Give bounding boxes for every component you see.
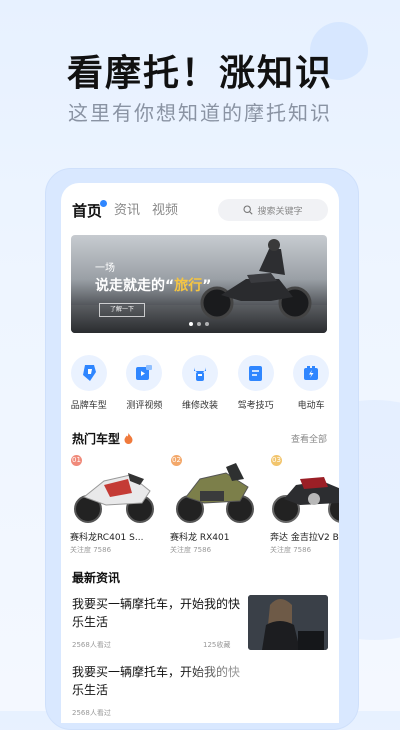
category-label: 驾考技巧 [237, 401, 274, 411]
model-name: 赛科龙 RX401 [170, 533, 230, 543]
rank-badge: 03 [271, 455, 282, 466]
fire-icon [124, 433, 133, 444]
video-icon [126, 355, 163, 391]
model-card[interactable]: 02 赛科龙 RX401 关注度 7586 [170, 453, 258, 555]
pagination-dot[interactable] [197, 322, 201, 326]
top-tabs: 首页 资讯 视频 [72, 199, 178, 221]
news-heading: 最新资讯 [72, 571, 121, 585]
news-thumbnail [248, 595, 328, 650]
model-card[interactable]: 03 奔达 金吉拉V2 BD... 关注度 7586 [270, 453, 339, 555]
category-grid: 品牌车型 测评视频 维修改装 驾考技巧 电动车 [61, 355, 339, 411]
search-box[interactable]: 搜索关键字 [218, 199, 328, 221]
model-name: 赛科龙RC401 S... [70, 533, 144, 543]
model-image [176, 463, 254, 523]
model-follow-count: 关注度 7586 [270, 546, 312, 554]
rank-badge: 01 [71, 455, 82, 466]
banner-small-text: 一场 [95, 263, 115, 274]
model-image [272, 477, 339, 523]
model-image [74, 473, 154, 523]
battery-icon [293, 355, 330, 391]
category-label: 测评视频 [126, 401, 163, 411]
category-repair[interactable]: 维修改装 [172, 355, 228, 411]
hot-models-title: 热门车型 [72, 432, 121, 446]
see-all-link[interactable]: 查看全部 [291, 432, 327, 445]
brand-icon [70, 355, 107, 391]
category-label: 品牌车型 [70, 401, 107, 411]
banner-headline-highlight: 旅行 [174, 278, 203, 294]
model-follow-count: 关注度 7586 [170, 546, 212, 554]
model-follow-count: 关注度 7586 [70, 546, 112, 554]
banner-pagination [189, 322, 209, 326]
exam-icon [237, 355, 274, 391]
news-views: 2568人看过 [72, 641, 111, 649]
model-card[interactable]: 01 赛科龙RC401 S... 关注度 7586 [70, 453, 158, 555]
promo-subtitle: 这里有你想知道的摩托知识 [68, 101, 332, 125]
tab-news[interactable]: 资讯 [114, 201, 140, 221]
promo-banner[interactable]: 一场 说走就走的“旅行” 了解一下 [71, 235, 327, 333]
news-title: 我要买一辆摩托车，开始我的快乐生活 [72, 597, 241, 629]
category-video[interactable]: 测评视频 [117, 355, 173, 411]
promo-title: 看摩托！涨知识 [66, 53, 333, 94]
rider-photo [248, 595, 328, 650]
category-label: 维修改装 [181, 401, 218, 411]
banner-learn-more-button[interactable]: 了解一下 [99, 303, 145, 317]
notification-dot [99, 199, 109, 208]
search-icon [243, 205, 254, 215]
pagination-dot[interactable] [205, 322, 209, 326]
news-views: 2568人看过 [72, 709, 111, 717]
rank-badge: 02 [171, 455, 182, 466]
hot-models-list: 01 赛科龙RC401 S... 关注度 7586 02 赛科龙 RX401 关… [70, 453, 339, 555]
banner-headline-post: ” [202, 278, 212, 294]
banner-headline-pre: 说走就走的“ [95, 278, 175, 294]
news-favorites: 125收藏 [203, 641, 231, 649]
tab-video[interactable]: 视频 [152, 201, 178, 221]
tab-home[interactable]: 首页 [72, 199, 109, 221]
hot-models-heading: 热门车型 [72, 430, 133, 447]
repair-icon [181, 355, 218, 391]
search-placeholder: 搜索关键字 [257, 206, 303, 217]
tab-home-label: 首页 [72, 202, 103, 220]
fade-overlay [181, 653, 339, 723]
category-exam[interactable]: 驾考技巧 [228, 355, 284, 411]
pagination-dot[interactable] [189, 322, 193, 326]
category-electric[interactable]: 电动车 [283, 355, 339, 411]
category-brand[interactable]: 品牌车型 [61, 355, 117, 411]
category-label: 电动车 [297, 401, 325, 411]
news-item[interactable]: 我要买一辆摩托车，开始我的快乐生活 2568人看过 125收藏 [72, 595, 328, 655]
model-name: 奔达 金吉拉V2 BD... [270, 533, 339, 543]
banner-headline: 说走就走的“旅行” [95, 275, 211, 295]
app-screen: 首页 资讯 视频 搜索关键字 一场 说走就走的“旅行” 了解一下 品牌车型 测评… [61, 183, 339, 723]
